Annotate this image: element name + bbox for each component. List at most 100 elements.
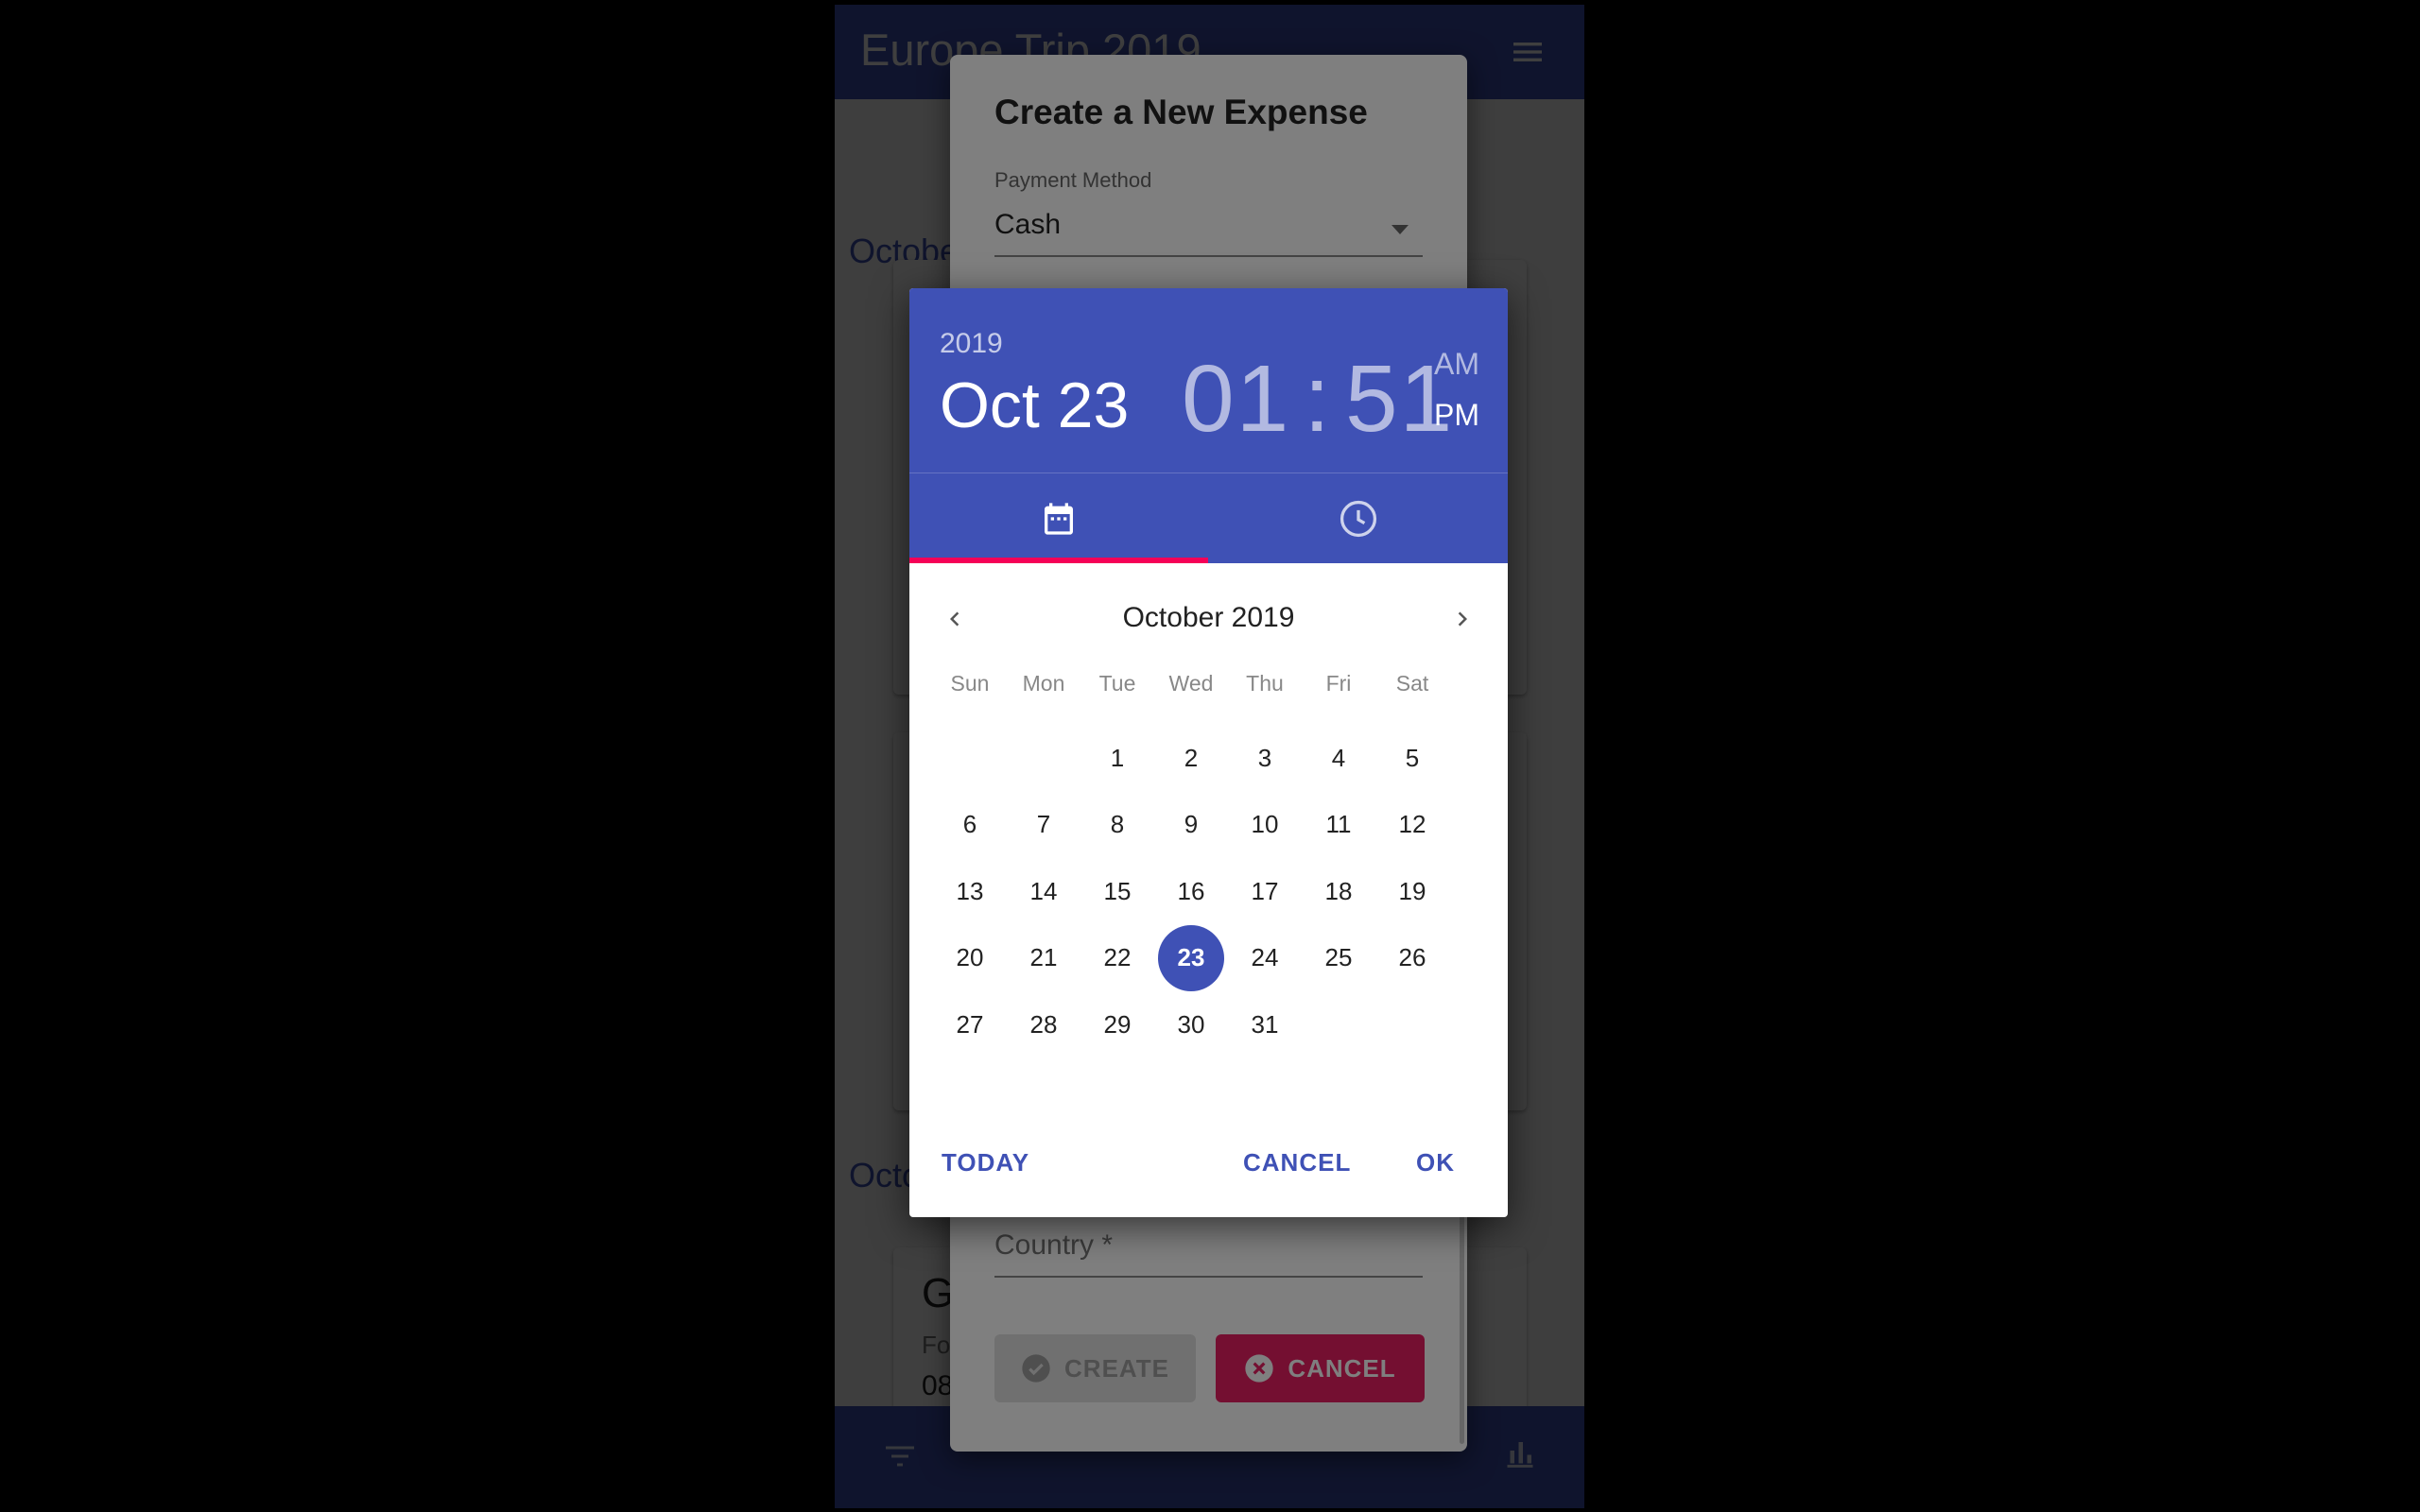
calendar-day-label: 23 — [1158, 924, 1224, 991]
calendar-day[interactable]: 24 — [1228, 925, 1302, 991]
calendar-day-label: 16 — [1177, 876, 1205, 905]
calendar-day[interactable]: 31 — [1228, 991, 1302, 1057]
calendar-week: 20 21 22 23 24 25 26 — [933, 924, 1485, 992]
picker-year[interactable]: 2019 — [940, 328, 1003, 360]
tab-date[interactable] — [909, 473, 1208, 563]
calendar-day[interactable]: 7 — [1007, 792, 1080, 858]
calendar-day-label: 9 — [1184, 810, 1199, 839]
today-button[interactable]: TODAY — [942, 1148, 1029, 1177]
weekday-label: Tue — [1098, 671, 1136, 696]
calendar-empty-cell — [1007, 725, 1080, 791]
weekday-label: Fri — [1325, 671, 1352, 696]
next-month-button[interactable] — [1443, 600, 1481, 638]
chevron-right-icon — [1458, 611, 1467, 627]
calendar-day[interactable]: 14 — [1007, 858, 1080, 924]
ok-button[interactable]: OK — [1416, 1148, 1455, 1177]
calendar-day-label: 10 — [1251, 810, 1279, 839]
calendar-day-label: 12 — [1398, 810, 1426, 839]
calendar-day[interactable]: 15 — [1080, 858, 1154, 924]
calendar-day[interactable]: 4 — [1302, 725, 1375, 791]
calendar-day-label: 19 — [1398, 876, 1426, 905]
calendar-day[interactable]: 10 — [1228, 792, 1302, 858]
calendar-day[interactable]: 3 — [1228, 725, 1302, 791]
month-label: October 2019 — [1122, 602, 1295, 633]
calendar-day[interactable]: 8 — [1080, 792, 1154, 858]
calendar-icon — [1045, 502, 1073, 535]
calendar-day-label: 15 — [1103, 876, 1132, 905]
calendar-day[interactable]: 27 — [933, 991, 1007, 1057]
tab-indicator — [909, 558, 1208, 563]
calendar-day-label: 26 — [1398, 943, 1426, 972]
month-navigation: October 2019 — [909, 591, 1508, 647]
picker-tabs — [909, 472, 1508, 563]
clock-icon — [1340, 500, 1377, 537]
picker-hour[interactable]: 01 — [1182, 346, 1290, 452]
calendar-day-label: 25 — [1324, 943, 1353, 972]
calendar-day-label: 24 — [1251, 943, 1279, 972]
calendar-day[interactable]: 5 — [1375, 725, 1449, 791]
calendar-day[interactable]: 26 — [1375, 925, 1449, 991]
calendar-day[interactable]: 18 — [1302, 858, 1375, 924]
calendar-day[interactable]: 25 — [1302, 925, 1375, 991]
calendar-day-label: 3 — [1257, 743, 1272, 772]
cancel-button[interactable]: CANCEL — [1243, 1148, 1351, 1177]
calendar-day[interactable]: 22 — [1080, 925, 1154, 991]
calendar-day[interactable]: 2 — [1154, 725, 1228, 791]
weekday-label: Thu — [1246, 671, 1284, 696]
calendar-day-label: 13 — [956, 876, 984, 905]
calendar-day[interactable]: 16 — [1154, 858, 1228, 924]
calendar-day-label: 21 — [1029, 943, 1058, 972]
calendar-day[interactable]: 12 — [1375, 792, 1449, 858]
calendar-day[interactable]: 11 — [1302, 792, 1375, 858]
picker-time: 01:51 — [1182, 345, 1454, 454]
calendar-week: 6 7 8 9 10 11 12 — [933, 792, 1485, 859]
weekday-label: Mon — [1022, 671, 1065, 696]
calendar-day-label: 30 — [1177, 1009, 1205, 1039]
calendar-day-label: 28 — [1029, 1009, 1058, 1039]
date-time-picker: 2019 Oct 23 01:51 AM PM October 2019 Sun… — [909, 288, 1508, 1217]
calendar-day-label: 22 — [1103, 943, 1132, 972]
calendar-day-label: 31 — [1251, 1009, 1279, 1039]
calendar-day-label: 8 — [1110, 810, 1125, 839]
calendar-day-label: 5 — [1405, 743, 1420, 772]
time-separator: : — [1304, 346, 1333, 452]
picker-date[interactable]: Oct 23 — [940, 369, 1129, 442]
calendar-day-label: 20 — [956, 943, 984, 972]
calendar-day[interactable]: 30 — [1154, 991, 1228, 1057]
picker-actions: TODAY CANCEL OK — [909, 1139, 1508, 1195]
calendar-day[interactable]: 29 — [1080, 991, 1154, 1057]
tab-time[interactable] — [1209, 473, 1508, 563]
weekday-label: Wed — [1168, 671, 1214, 696]
calendar-empty-cell — [1375, 991, 1449, 1057]
calendar-week: 13 14 15 16 17 18 19 — [933, 858, 1485, 925]
calendar-day-selected[interactable]: 23 — [1154, 924, 1228, 991]
calendar-day-label: 14 — [1029, 876, 1058, 905]
calendar-day[interactable]: 13 — [933, 858, 1007, 924]
calendar-day[interactable]: 17 — [1228, 858, 1302, 924]
calendar-day-label: 7 — [1036, 810, 1051, 839]
calendar-day-label: 27 — [956, 1009, 984, 1039]
weekday-label: Sat — [1395, 671, 1429, 696]
weekday-label: Sun — [950, 671, 990, 696]
calendar-day-label: 4 — [1331, 743, 1346, 772]
calendar-day[interactable]: 21 — [1007, 925, 1080, 991]
calendar-day-label: 29 — [1103, 1009, 1132, 1039]
weekday-header: Sun Mon Tue Wed Thu Fri Sat — [933, 671, 1485, 709]
calendar-empty-cell — [933, 725, 1007, 791]
calendar-day-label: 6 — [962, 810, 977, 839]
calendar-day[interactable]: 6 — [933, 792, 1007, 858]
calendar-day[interactable]: 19 — [1375, 858, 1449, 924]
calendar-grid: 1 2 3 4 5 6 7 8 9 10 11 12 13 14 15 16 17 18 19 20 21 22 23 24 2… — [933, 725, 1485, 1058]
calendar-day-label: 2 — [1184, 743, 1199, 772]
calendar-empty-cell — [1302, 991, 1375, 1057]
calendar-day[interactable]: 28 — [1007, 991, 1080, 1057]
calendar-day[interactable]: 9 — [1154, 792, 1228, 858]
calendar-week: 1 2 3 4 5 — [933, 725, 1485, 792]
picker-header: 2019 Oct 23 01:51 AM PM — [909, 288, 1508, 472]
am-toggle[interactable]: AM — [1434, 347, 1479, 382]
calendar-day[interactable]: 1 — [1080, 725, 1154, 791]
calendar-day-label: 11 — [1325, 810, 1352, 839]
calendar-day[interactable]: 20 — [933, 925, 1007, 991]
pm-toggle[interactable]: PM — [1434, 398, 1479, 433]
calendar-day-label: 1 — [1110, 743, 1125, 772]
